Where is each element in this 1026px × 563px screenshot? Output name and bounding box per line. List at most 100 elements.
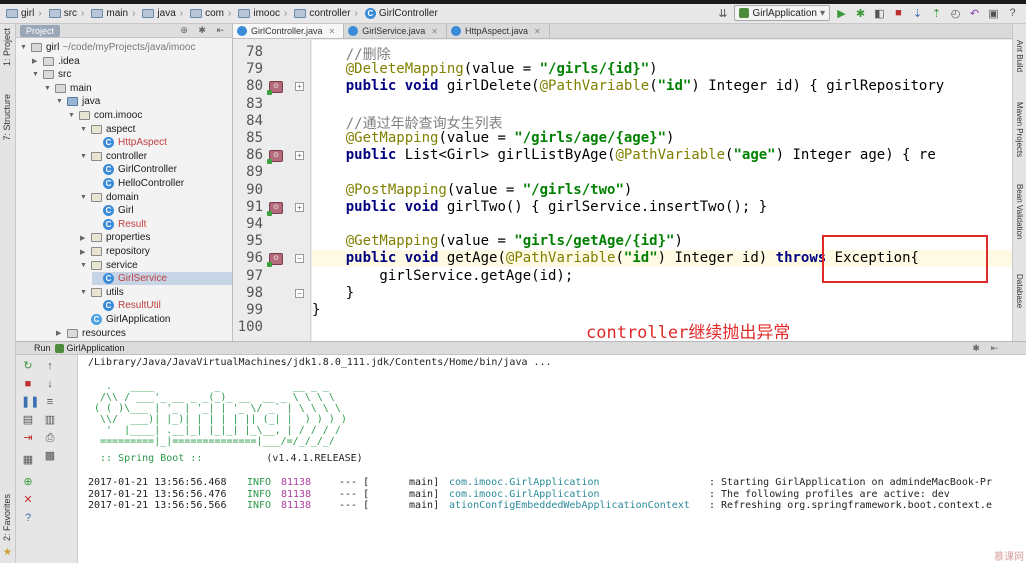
project-tree-item[interactable]: ▼ domain: [80, 191, 139, 204]
breadcrumb-item[interactable]: com ›: [188, 8, 236, 19]
project-tree-item[interactable]: ▼ utils: [80, 286, 124, 299]
run-panel-settings-icon[interactable]: ✱ ⇤: [972, 343, 1002, 354]
expand-arrow-icon[interactable]: ▼: [68, 112, 76, 119]
collapse-arrow-icon[interactable]: ▶: [56, 329, 64, 337]
collapse-arrow-icon[interactable]: ▶: [80, 248, 88, 256]
breadcrumb-item[interactable]: controller ›: [292, 8, 362, 19]
run-panel-config[interactable]: GirlApplication: [67, 343, 125, 353]
help-icon[interactable]: ?: [1005, 6, 1020, 21]
soft-wrap-icon[interactable]: ≡: [43, 395, 57, 409]
expand-arrow-icon[interactable]: ▼: [80, 289, 88, 296]
scroll-down-icon[interactable]: ↓: [43, 377, 57, 391]
expand-arrow-icon[interactable]: ▼: [32, 71, 40, 78]
breadcrumb-item[interactable]: java ›: [140, 8, 188, 19]
close-icon[interactable]: ✕: [21, 493, 35, 507]
collapse-arrow-icon[interactable]: ▶: [80, 234, 88, 242]
expand-arrow-icon[interactable]: ▼: [80, 126, 88, 133]
vcs-commit-icon[interactable]: ⇡: [929, 6, 944, 21]
breadcrumb-item[interactable]: girl ›: [4, 8, 47, 19]
editor-tab[interactable]: GirlService.java ✕: [344, 24, 447, 38]
expand-arrow-icon[interactable]: ▼: [80, 194, 88, 201]
editor-tab[interactable]: GirlController.java ✕: [233, 24, 345, 38]
stop-icon[interactable]: ■: [891, 6, 906, 21]
close-tab-icon[interactable]: ✕: [431, 27, 438, 36]
project-tree-item[interactable]: C ResultUtil: [92, 299, 161, 312]
project-tree-item[interactable]: ▶ .idea: [32, 55, 80, 68]
run-console[interactable]: /Library/Java/JavaVirtualMachines/jdk1.8…: [78, 355, 1026, 563]
layout-icon[interactable]: ▦: [21, 453, 35, 467]
request-mapping-gutter-icon[interactable]: ⊙: [267, 201, 283, 216]
rerun-icon[interactable]: ↻: [21, 359, 35, 373]
fold-toggle-icon[interactable]: +: [295, 202, 304, 212]
clear-icon[interactable]: ▩: [43, 449, 57, 463]
project-view-selector[interactable]: Project: [20, 24, 61, 37]
fold-toggle-icon[interactable]: −: [295, 288, 304, 298]
fold-toggle-icon[interactable]: −: [295, 254, 304, 264]
code-editor[interactable]: //删除 @DeleteMapping(value = "/girls/{id}…: [312, 40, 1012, 341]
exit-icon[interactable]: ⇥: [21, 431, 35, 445]
breadcrumb-item[interactable]: C GirlController: [363, 8, 440, 19]
run-config-selector[interactable]: GirlApplication ▾: [734, 5, 830, 21]
project-panel-actions[interactable]: ⊕ ✱ ⇤: [180, 25, 228, 36]
pause-icon[interactable]: ❚❚: [21, 395, 39, 409]
history-icon[interactable]: ◴: [948, 6, 963, 21]
favorites-tool-label[interactable]: 2: Favorites: [2, 494, 12, 541]
close-tab-icon[interactable]: ✕: [329, 27, 336, 36]
project-tree-item[interactable]: ▶ resources: [56, 327, 126, 340]
expand-arrow-icon[interactable]: ▼: [80, 262, 88, 269]
expand-arrow-icon[interactable]: ▼: [44, 85, 52, 92]
project-tree-item[interactable]: ▶ repository: [80, 245, 150, 258]
debug-icon[interactable]: ✱: [853, 6, 868, 21]
project-tree-item[interactable]: ▼ aspect: [80, 123, 135, 136]
request-mapping-gutter-icon[interactable]: ⊙: [267, 81, 283, 96]
expand-arrow-icon[interactable]: ▼: [80, 153, 88, 160]
build-icon[interactable]: ⇊: [715, 6, 730, 21]
project-tree-item[interactable]: C GirlService: [92, 272, 232, 286]
bean-validation-label[interactable]: Bean Validation: [1015, 184, 1024, 239]
project-tree-item[interactable]: C GirlController: [92, 163, 177, 176]
print-icon[interactable]: ⎙: [43, 431, 57, 445]
close-tab-icon[interactable]: ✕: [534, 27, 541, 36]
stop-icon[interactable]: ■: [21, 377, 35, 391]
expand-arrow-icon[interactable]: ▼: [56, 98, 64, 105]
ant-build-label[interactable]: Ant Build: [1015, 40, 1024, 72]
project-tree-item[interactable]: ▼ java: [56, 95, 100, 108]
vcs-update-icon[interactable]: ⇣: [910, 6, 925, 21]
breadcrumb-item[interactable]: main ›: [89, 8, 140, 19]
project-tree-item[interactable]: ▼ main: [44, 82, 92, 95]
coverage-icon[interactable]: ◧: [872, 6, 887, 21]
project-tree-item[interactable]: ▼ controller: [80, 150, 147, 163]
project-structure-icon[interactable]: ▣: [986, 6, 1001, 21]
scroll-up-icon[interactable]: ↑: [43, 359, 57, 373]
fold-toggle-icon[interactable]: +: [295, 82, 304, 92]
project-tool-label[interactable]: 1: Project: [2, 28, 12, 66]
expand-arrow-icon[interactable]: ▼: [20, 44, 28, 51]
help-icon[interactable]: ?: [21, 511, 35, 525]
project-tree-item[interactable]: C HelloController: [92, 177, 184, 190]
project-tree-item[interactable]: ▼ girl ~/code/myProjects/java/imooc: [20, 41, 195, 54]
revert-icon[interactable]: ↶: [967, 6, 982, 21]
project-tree-item[interactable]: ▼ src: [32, 68, 71, 81]
breadcrumb-item[interactable]: src ›: [47, 8, 90, 19]
run-icon[interactable]: ▶: [834, 6, 849, 21]
fold-toggle-icon[interactable]: +: [295, 151, 304, 161]
breadcrumb-item[interactable]: imooc ›: [236, 8, 292, 19]
star-icon[interactable]: ★: [3, 547, 12, 558]
pin-icon[interactable]: ⊕: [21, 475, 35, 489]
project-tree-item[interactable]: C Result: [92, 218, 146, 231]
project-tree-item[interactable]: ▼ com.imooc: [68, 109, 142, 122]
collapse-arrow-icon[interactable]: ▶: [32, 57, 40, 65]
request-mapping-gutter-icon[interactable]: ⊙: [267, 253, 283, 268]
structure-tool-label[interactable]: 7: Structure: [2, 94, 12, 141]
database-label[interactable]: Database: [1015, 274, 1024, 308]
scroll-to-end-icon[interactable]: ▥: [43, 413, 57, 427]
request-mapping-gutter-icon[interactable]: ⊙: [267, 150, 283, 165]
editor-tab[interactable]: HttpAspect.java ✕: [447, 24, 550, 38]
dump-threads-icon[interactable]: ▤: [21, 413, 35, 427]
project-tree-item[interactable]: C HttpAspect: [92, 136, 167, 149]
maven-projects-label[interactable]: Maven Projects: [1015, 102, 1024, 157]
project-tree-item[interactable]: C GirlApplication: [80, 313, 170, 326]
project-tree-item[interactable]: ▼ service: [80, 259, 138, 272]
project-tree-item[interactable]: ▶ properties: [80, 231, 150, 244]
project-tree-item[interactable]: C Girl: [92, 204, 134, 217]
